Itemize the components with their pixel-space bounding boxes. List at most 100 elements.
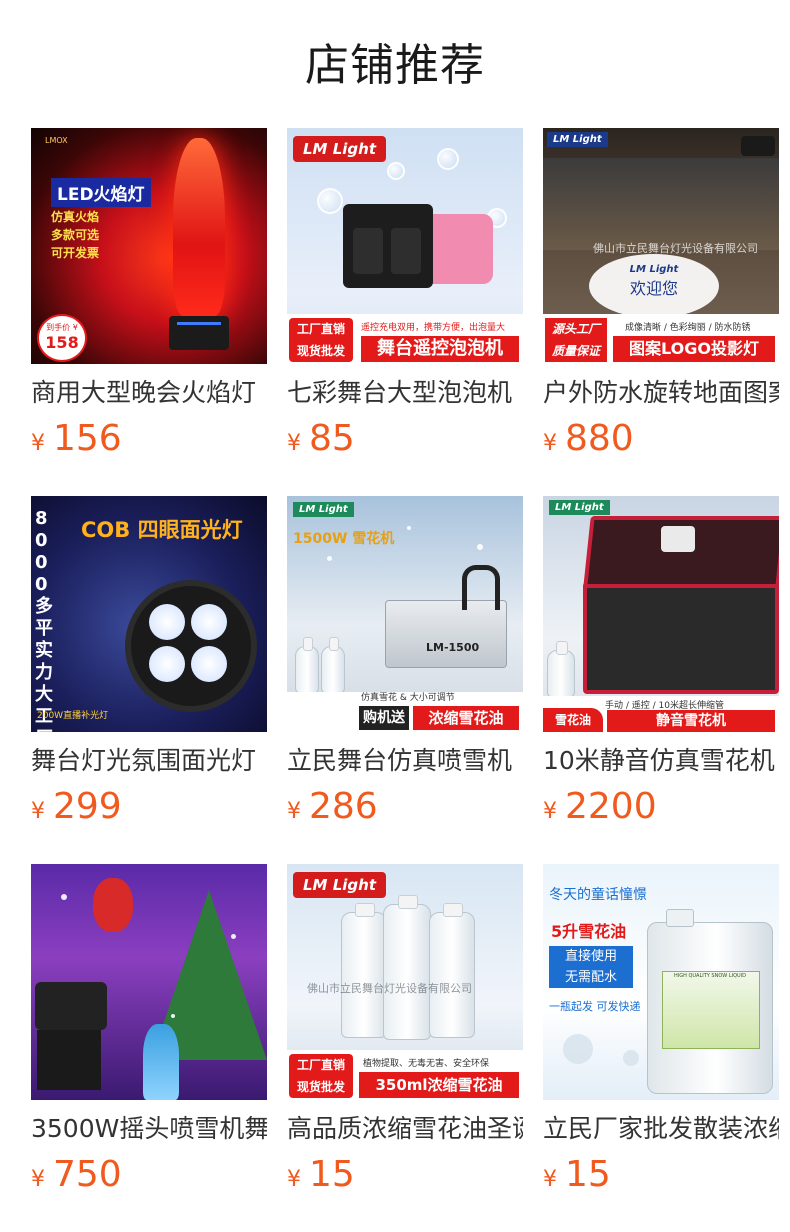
product-card[interactable]: LMOX LED火焰灯 仿真火焰 多款可选 可开发票 到手价 ¥ 158 商用大… bbox=[31, 128, 267, 496]
store-recommendations-page: 店铺推荐 LMOX LED火焰灯 仿真火焰 多款可选 可开发票 到手价 ¥ 15… bbox=[0, 0, 790, 1232]
image-bullet: 多款可选 bbox=[51, 228, 100, 242]
flight-case-snow-machine-icon bbox=[583, 516, 779, 694]
brand-logo: LM Light bbox=[293, 502, 354, 517]
tag-text: 工厂直销 bbox=[296, 322, 345, 336]
image-footer: 一瓶起发 可发快递 bbox=[549, 1000, 641, 1013]
product-image[interactable] bbox=[31, 864, 267, 1100]
usage-line: 无需配水 bbox=[564, 970, 617, 985]
product-card[interactable]: LM Light 1500W 雪花机 LM-1500 仿真雪花 & 大小可调节 … bbox=[287, 496, 523, 864]
image-headline: 冬天的童话憧憬 bbox=[549, 887, 647, 903]
price-value: 15 bbox=[309, 1154, 355, 1195]
brand-logo: LM Light bbox=[549, 500, 610, 515]
price-value: 156 bbox=[53, 418, 122, 459]
product-price: ¥286 bbox=[287, 786, 378, 827]
currency-symbol: ¥ bbox=[31, 431, 45, 456]
product-label: HIGH QUALITY SNOW LIQUID bbox=[674, 973, 746, 979]
product-image[interactable]: LM Light 佛山市立民舞台灯光设备有限公司 工厂直销 现货批发 植物提取、… bbox=[287, 864, 523, 1100]
bubble-machine-icon bbox=[333, 184, 493, 300]
tag-text: 现货批发 bbox=[296, 1080, 345, 1094]
tag-text: 工厂直销 bbox=[296, 1058, 345, 1072]
price-value: 299 bbox=[53, 786, 122, 827]
image-subtitle: 遥控充电双用，携带方便，出泡量大 bbox=[361, 323, 506, 333]
fluid-bottle bbox=[547, 641, 575, 698]
flame-lamp-icon bbox=[169, 138, 229, 353]
product-card[interactable]: 8000多平实力大工厂 COB 四眼面光灯 200W直播补光灯 舞台灯光氛围面光… bbox=[31, 496, 267, 864]
product-name[interactable]: 七彩舞台大型泡泡机 bbox=[287, 376, 523, 410]
currency-symbol: ¥ bbox=[31, 1167, 45, 1192]
product-image[interactable]: LM Light 1500W 雪花机 LM-1500 仿真雪花 & 大小可调节 … bbox=[287, 496, 523, 732]
gift-tag: 购机送 bbox=[359, 706, 409, 730]
image-banner: 浓缩雪花油 bbox=[413, 706, 519, 730]
machine-case bbox=[37, 1030, 101, 1090]
product-card[interactable]: LM Light 工厂直销 现货批发 遥控充电双用，携带方便，出泡量大 舞台遥控… bbox=[287, 128, 523, 496]
product-price: ¥880 bbox=[543, 418, 634, 459]
model-label: LM-1500 bbox=[426, 641, 480, 654]
usage-line: 直接使用 bbox=[564, 949, 617, 964]
gobo-projector-icon bbox=[741, 136, 775, 156]
fluid-bottle bbox=[429, 903, 475, 1038]
product-price: ¥15 bbox=[543, 1154, 611, 1195]
page-title: 店铺推荐 bbox=[305, 40, 485, 91]
factory-tags: 工厂直销 现货批发 bbox=[289, 318, 353, 362]
snowflake bbox=[623, 1050, 639, 1066]
price-value: 286 bbox=[309, 786, 378, 827]
price-value: 2200 bbox=[565, 786, 657, 827]
storefront bbox=[543, 158, 779, 250]
product-name[interactable]: 立民厂家批发散装浓缩雪花油 bbox=[543, 1112, 779, 1146]
price-tag-label: 到手价 ¥ bbox=[46, 323, 78, 332]
product-card[interactable]: LM Light 佛山市立民舞台灯光设备有限公司 工厂直销 现货批发 植物提取、… bbox=[287, 864, 523, 1232]
currency-symbol: ¥ bbox=[287, 1167, 301, 1192]
product-image[interactable]: LM Light 工厂直销 现货批发 遥控充电双用，携带方便，出泡量大 舞台遥控… bbox=[287, 128, 523, 364]
product-price: ¥750 bbox=[31, 1154, 122, 1195]
snowflake bbox=[61, 894, 67, 900]
price-tag-value: 158 bbox=[45, 333, 79, 352]
product-image[interactable]: LMOX LED火焰灯 仿真火焰 多款可选 可开发票 到手价 ¥ 158 bbox=[31, 128, 267, 364]
fluid-bottle bbox=[321, 637, 345, 694]
image-subtitle: 成像清晰 / 色彩绚丽 / 防水防锈 bbox=[625, 323, 751, 333]
snowflake bbox=[231, 934, 236, 939]
product-price: ¥85 bbox=[287, 418, 355, 459]
price-tag: 到手价 ¥ 158 bbox=[37, 314, 87, 362]
product-name[interactable]: 立民舞台仿真喷雪机 bbox=[287, 744, 523, 778]
product-card[interactable]: LM Light 手动 / 遥控 / 10米超长伸缩管 雪花油 静音雪花机 10… bbox=[543, 496, 779, 864]
fluid-bottle bbox=[341, 903, 387, 1038]
factory-tags: 源头工厂 质量保证 bbox=[545, 318, 607, 362]
projection-text: 欢迎您 bbox=[629, 279, 678, 298]
projection-brand: LM Light bbox=[629, 264, 679, 275]
product-image[interactable]: LM Light 佛山市立民舞台灯光设备有限公司 LM Light 欢迎您 源头… bbox=[543, 128, 779, 364]
snow-fluid-jerrycan-icon: HIGH QUALITY SNOW LIQUID bbox=[647, 909, 773, 1094]
image-side-text: 8000多平实力大工厂 bbox=[35, 508, 53, 732]
product-card[interactable]: LM Light 佛山市立民舞台灯光设备有限公司 LM Light 欢迎您 源头… bbox=[543, 128, 779, 496]
product-name[interactable]: 户外防水旋转地面图案投影灯 bbox=[543, 376, 779, 410]
santa-figure bbox=[93, 878, 133, 932]
product-card[interactable]: 3500W摇头喷雪机舞台 ¥750 bbox=[31, 864, 267, 1232]
image-title: 5升雪花油 bbox=[551, 922, 627, 941]
snow-machine-icon: LM-1500 bbox=[385, 565, 507, 668]
price-value: 750 bbox=[53, 1154, 122, 1195]
product-card[interactable]: 冬天的童话憧憬 5升雪花油 直接使用 无需配水 一瓶起发 可发快递 HIGH Q… bbox=[543, 864, 779, 1232]
product-image[interactable]: LM Light 手动 / 遥控 / 10米超长伸缩管 雪花油 静音雪花机 bbox=[543, 496, 779, 732]
image-banner: 静音雪花机 bbox=[607, 710, 775, 732]
image-bullet: 可开发票 bbox=[51, 246, 100, 260]
image-subtitle: 仿真雪花 & 大小可调节 bbox=[361, 693, 455, 703]
product-name[interactable]: 舞台灯光氛围面光灯 bbox=[31, 744, 267, 778]
product-image[interactable]: 8000多平实力大工厂 COB 四眼面光灯 200W直播补光灯 bbox=[31, 496, 267, 732]
image-banner: 350ml浓缩雪花油 bbox=[359, 1072, 519, 1098]
product-name[interactable]: 商用大型晚会火焰灯 bbox=[31, 376, 267, 410]
usage-box: 直接使用 无需配水 bbox=[549, 946, 633, 988]
product-name[interactable]: 10米静音仿真雪花机 bbox=[543, 744, 779, 778]
image-watermark: 佛山市立民舞台灯光设备有限公司 bbox=[307, 982, 472, 995]
image-headline: LED火焰灯 bbox=[51, 178, 151, 207]
image-headline: COB 四眼面光灯 bbox=[81, 518, 243, 542]
product-name[interactable]: 高品质浓缩雪花油圣诞 bbox=[287, 1112, 523, 1146]
brand-logo: LM Light bbox=[293, 872, 386, 898]
product-price: ¥156 bbox=[31, 418, 122, 459]
price-value: 880 bbox=[565, 418, 634, 459]
fluid-bottle bbox=[295, 637, 319, 694]
currency-symbol: ¥ bbox=[287, 799, 301, 824]
product-image[interactable]: 冬天的童话憧憬 5升雪花油 直接使用 无需配水 一瓶起发 可发快递 HIGH Q… bbox=[543, 864, 779, 1100]
price-value: 15 bbox=[565, 1154, 611, 1195]
currency-symbol: ¥ bbox=[31, 799, 45, 824]
currency-symbol: ¥ bbox=[287, 431, 301, 456]
product-name[interactable]: 3500W摇头喷雪机舞台 bbox=[31, 1112, 267, 1146]
